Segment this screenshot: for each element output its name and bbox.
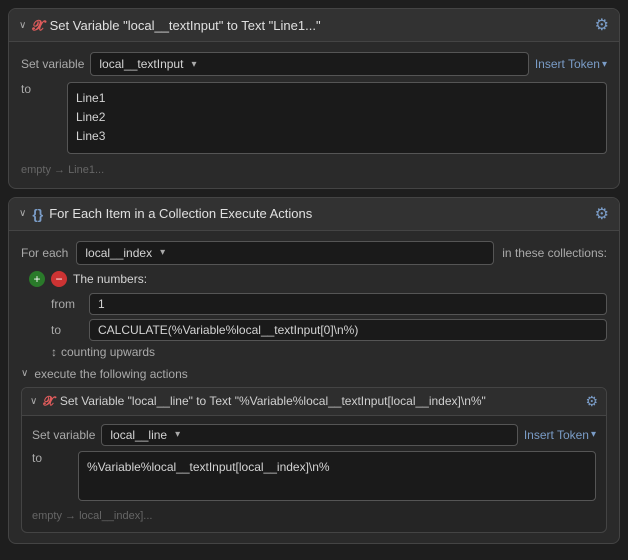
- block2-header: ∨ {} For Each Item in a Collection Execu…: [9, 198, 619, 231]
- block1-set-variable-label: Set variable: [21, 57, 84, 71]
- counting-direction-icon: ↕: [51, 345, 57, 359]
- block2-x-icon: {}: [32, 206, 43, 222]
- inner-block-header: ∨ 𝓧 Set Variable "local__line" to Text "…: [22, 388, 606, 416]
- execute-chevron-icon[interactable]: ∨: [21, 368, 28, 379]
- counting-label: counting upwards: [61, 345, 155, 359]
- block1-insert-token-button[interactable]: Insert Token: [535, 57, 607, 71]
- block2-header-left: ∨ {} For Each Item in a Collection Execu…: [19, 206, 312, 222]
- from-input[interactable]: 1: [89, 293, 607, 315]
- block2-title: For Each Item in a Collection Execute Ac…: [49, 206, 312, 221]
- block1-text-input[interactable]: Line1 Line2 Line3: [67, 82, 607, 154]
- inner-to-label: to: [32, 451, 72, 465]
- for-each-block: ∨ {} For Each Item in a Collection Execu…: [8, 197, 620, 544]
- block1-to-label: to: [21, 82, 61, 96]
- for-each-label: For each: [21, 246, 68, 260]
- block1-variable-select[interactable]: local__textInput: [90, 52, 528, 76]
- to-row: to CALCULATE(%Variable%local__textInput[…: [51, 319, 607, 341]
- for-each-row: For each local__index in these collectio…: [21, 241, 607, 265]
- from-to-section: from 1 to CALCULATE(%Variable%local__tex…: [51, 293, 607, 341]
- inner-footer-hint: empty → local__index]...: [32, 506, 596, 524]
- numbers-label: The numbers:: [73, 272, 147, 286]
- set-variable-block-1: ∨ 𝓧 Set Variable "local__textInput" to T…: [8, 8, 620, 189]
- block1-header-left: ∨ 𝓧 Set Variable "local__textInput" to T…: [19, 17, 321, 34]
- execute-label: execute the following actions: [34, 367, 187, 381]
- numbers-row: + − The numbers:: [29, 271, 607, 287]
- block2-body: For each local__index in these collectio…: [9, 231, 619, 543]
- in-these-collections-label: in these collections:: [502, 246, 607, 260]
- block1-footer-hint: empty → Line1...: [21, 160, 607, 178]
- inner-insert-token-button[interactable]: Insert Token: [524, 428, 596, 442]
- execute-row: ∨ execute the following actions: [21, 367, 607, 381]
- for-each-variable-select[interactable]: local__index: [76, 241, 494, 265]
- block1-set-variable-row: Set variable local__textInput Insert Tok…: [21, 52, 607, 76]
- inner-text-input[interactable]: %Variable%local__textInput[local__index]…: [78, 451, 596, 501]
- block1-x-icon: 𝓧: [32, 17, 43, 34]
- block1-to-row: to Line1 Line2 Line3: [21, 82, 607, 154]
- inner-variable-select[interactable]: local__line: [101, 424, 517, 446]
- inner-block-body: Set variable local__line Insert Token to…: [22, 416, 606, 532]
- block2-gear-icon[interactable]: ⚙: [595, 204, 609, 224]
- inner-set-variable-block: ∨ 𝓧 Set Variable "local__line" to Text "…: [21, 387, 607, 533]
- block1-body: Set variable local__textInput Insert Tok…: [9, 42, 619, 188]
- inner-set-variable-label: Set variable: [32, 428, 95, 442]
- add-collection-button[interactable]: +: [29, 271, 45, 287]
- inner-x-icon: 𝓧: [43, 393, 54, 409]
- inner-footer-text: empty → local__index]...: [32, 510, 152, 522]
- from-row: from 1: [51, 293, 607, 315]
- to-input[interactable]: CALCULATE(%Variable%local__textInput[0]\…: [89, 319, 607, 341]
- block1-header: ∨ 𝓧 Set Variable "local__textInput" to T…: [9, 9, 619, 42]
- inner-to-row: to %Variable%local__textInput[local__ind…: [32, 451, 596, 501]
- inner-block-title: Set Variable "local__line" to Text "%Var…: [60, 394, 486, 408]
- block1-gear-icon[interactable]: ⚙: [595, 15, 609, 35]
- inner-set-variable-row: Set variable local__line Insert Token: [32, 424, 596, 446]
- to-label: to: [51, 323, 81, 337]
- remove-collection-button[interactable]: −: [51, 271, 67, 287]
- inner-gear-icon[interactable]: ⚙: [585, 393, 598, 410]
- block2-chevron-icon[interactable]: ∨: [19, 208, 26, 219]
- block1-footer-text: empty → Line1...: [21, 164, 104, 176]
- block1-chevron-icon[interactable]: ∨: [19, 20, 26, 31]
- inner-chevron-icon[interactable]: ∨: [30, 396, 37, 407]
- counting-row: ↕ counting upwards: [51, 345, 607, 359]
- block1-title: Set Variable "local__textInput" to Text …: [50, 18, 321, 33]
- inner-header-left: ∨ 𝓧 Set Variable "local__line" to Text "…: [30, 393, 486, 409]
- from-label: from: [51, 297, 81, 311]
